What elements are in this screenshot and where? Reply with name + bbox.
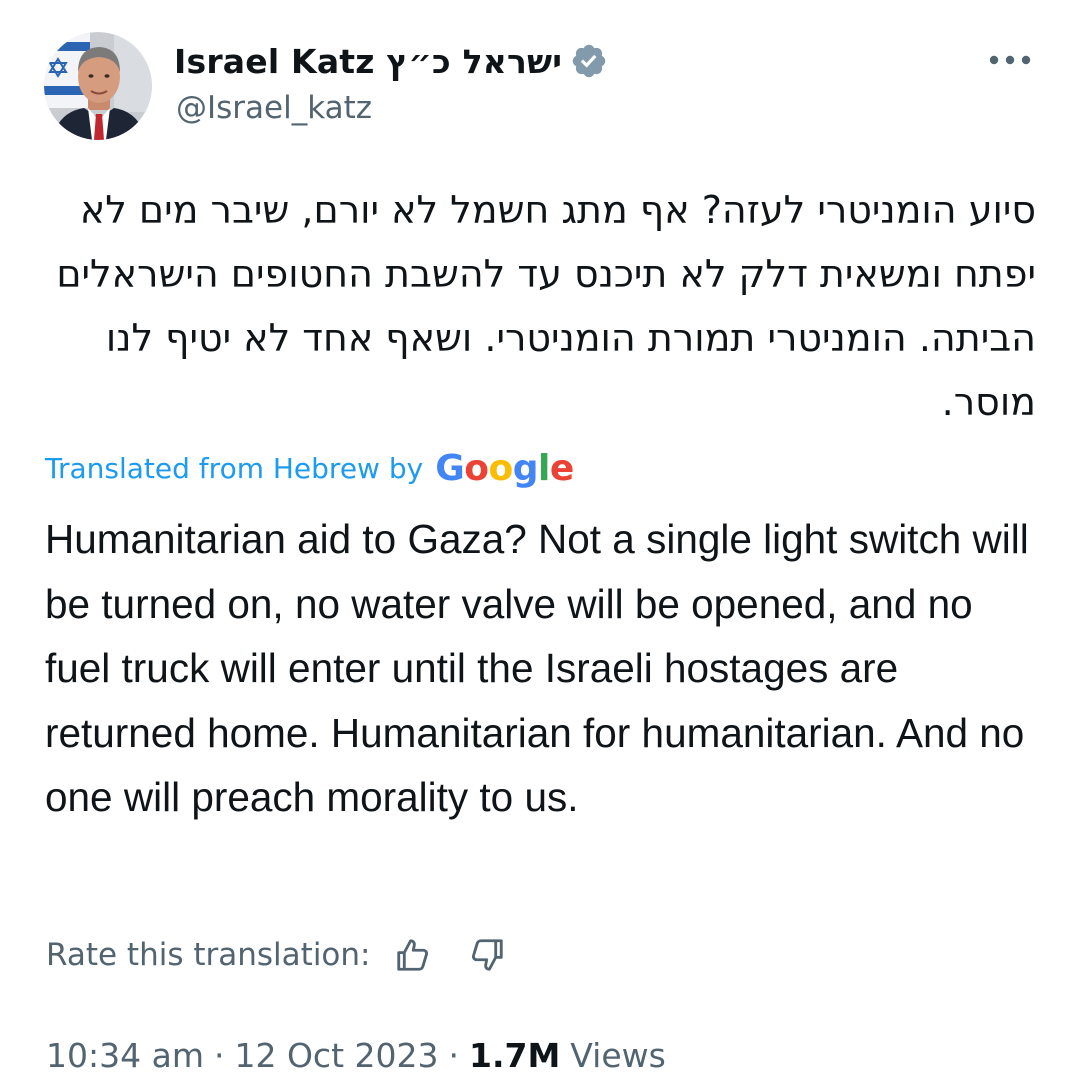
google-logo-letter: e <box>549 447 574 489</box>
translated-from-label[interactable]: Translated from Hebrew by <box>45 452 423 485</box>
meta-separator: · <box>213 1035 225 1075</box>
google-logo-letter: g <box>512 447 539 489</box>
tweet: ישראל כ״ץ Israel Katz @Israel_katz סיוע … <box>0 0 1080 1089</box>
rate-translation-row: Rate this translation: <box>46 931 541 979</box>
google-logo: Google <box>435 448 574 489</box>
tweet-time[interactable]: 10:34 am <box>46 1036 204 1075</box>
translation-attribution: Translated from Hebrew by Google <box>45 444 574 492</box>
more-options-button[interactable] <box>984 44 1036 76</box>
thumbs-down-icon <box>471 939 503 971</box>
tweet-text-translation: Humanitarian aid to Gaza? Not a single l… <box>45 516 1029 821</box>
thumbs-up-button[interactable] <box>393 935 433 975</box>
avatar-image <box>44 32 152 140</box>
rate-translation-label: Rate this translation: <box>46 937 371 973</box>
thumbs-up-icon <box>396 939 428 971</box>
avatar[interactable] <box>44 32 152 140</box>
google-logo-letter: l <box>538 447 550 489</box>
thumbs-down-button[interactable] <box>467 935 507 975</box>
google-logo-letter: G <box>435 447 465 489</box>
views-count[interactable]: 1.7M <box>469 1036 560 1075</box>
meta-separator: · <box>448 1035 459 1075</box>
author-handle[interactable]: @Israel_katz <box>176 90 372 126</box>
more-horizontal-icon <box>989 55 1031 65</box>
google-logo-letter: o <box>488 447 514 489</box>
google-logo-letter: o <box>464 447 489 489</box>
views-label: Views <box>570 1035 666 1075</box>
tweet-date[interactable]: 12 Oct 2023 <box>234 1036 438 1075</box>
tweet-meta: 10:34 am · 12 Oct 2023 · 1.7M Views <box>46 1032 666 1078</box>
author-name-row: ישראל כ״ץ Israel Katz <box>174 36 608 86</box>
author-display-name[interactable]: ישראל כ״ץ Israel Katz <box>174 42 562 81</box>
tweet-text-original: סיוע הומניטרי לעזה? אף מתג חשמל לא יורם,… <box>56 188 1036 424</box>
verified-badge-icon <box>570 42 608 80</box>
